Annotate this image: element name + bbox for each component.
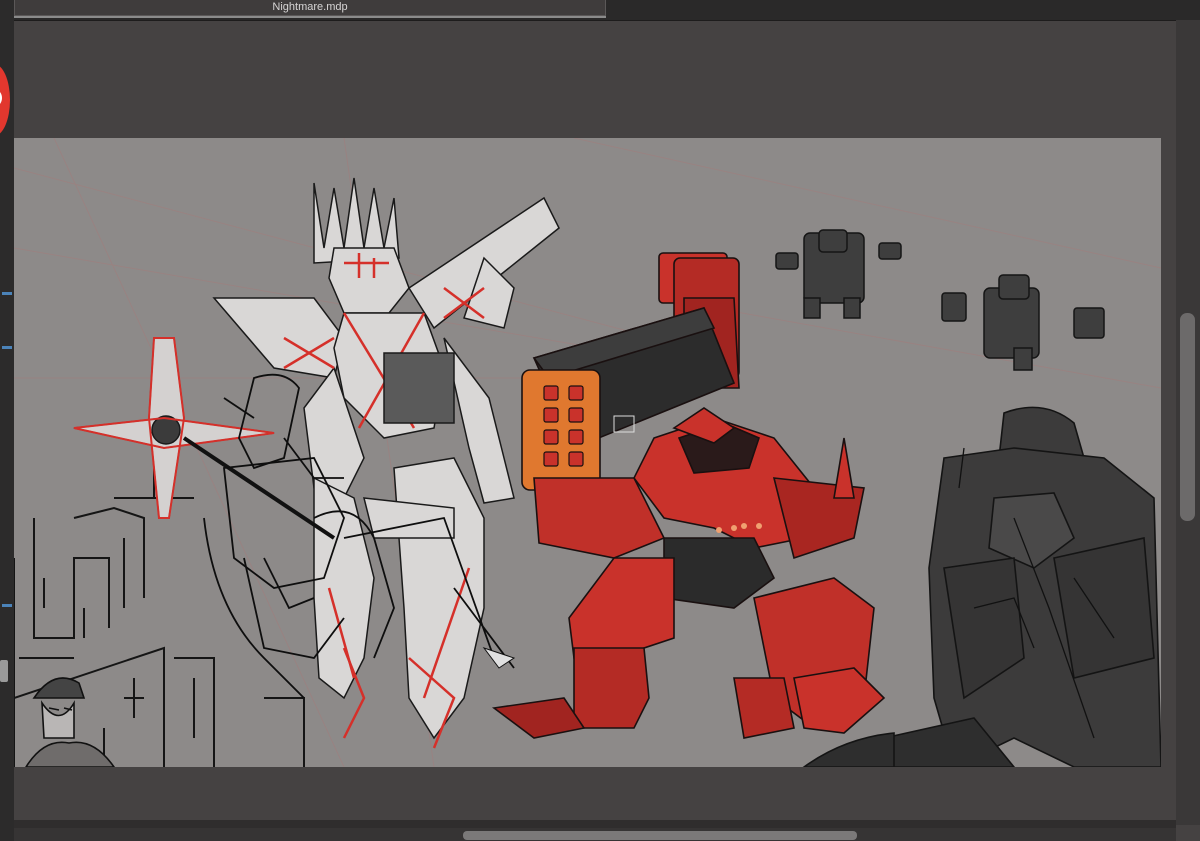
strip-marker-icon[interactable] <box>2 604 12 607</box>
horizontal-scroll-thumb[interactable] <box>463 831 857 840</box>
left-tool-strip <box>0 0 14 841</box>
drawing-canvas[interactable] <box>14 138 1161 767</box>
vertical-scroll-thumb[interactable] <box>1180 313 1195 521</box>
artwork-illustration <box>14 138 1161 767</box>
strip-marker-icon[interactable] <box>2 292 12 295</box>
tab-title: Nightmare.mdp <box>272 1 348 13</box>
canvas-bottom-bar <box>14 820 1176 828</box>
tab-underline <box>14 16 606 18</box>
tab-nightmare-document[interactable]: Nightmare.mdp <box>14 0 606 16</box>
strip-marker-icon[interactable] <box>2 346 12 349</box>
strip-panel-handle[interactable] <box>0 660 8 682</box>
